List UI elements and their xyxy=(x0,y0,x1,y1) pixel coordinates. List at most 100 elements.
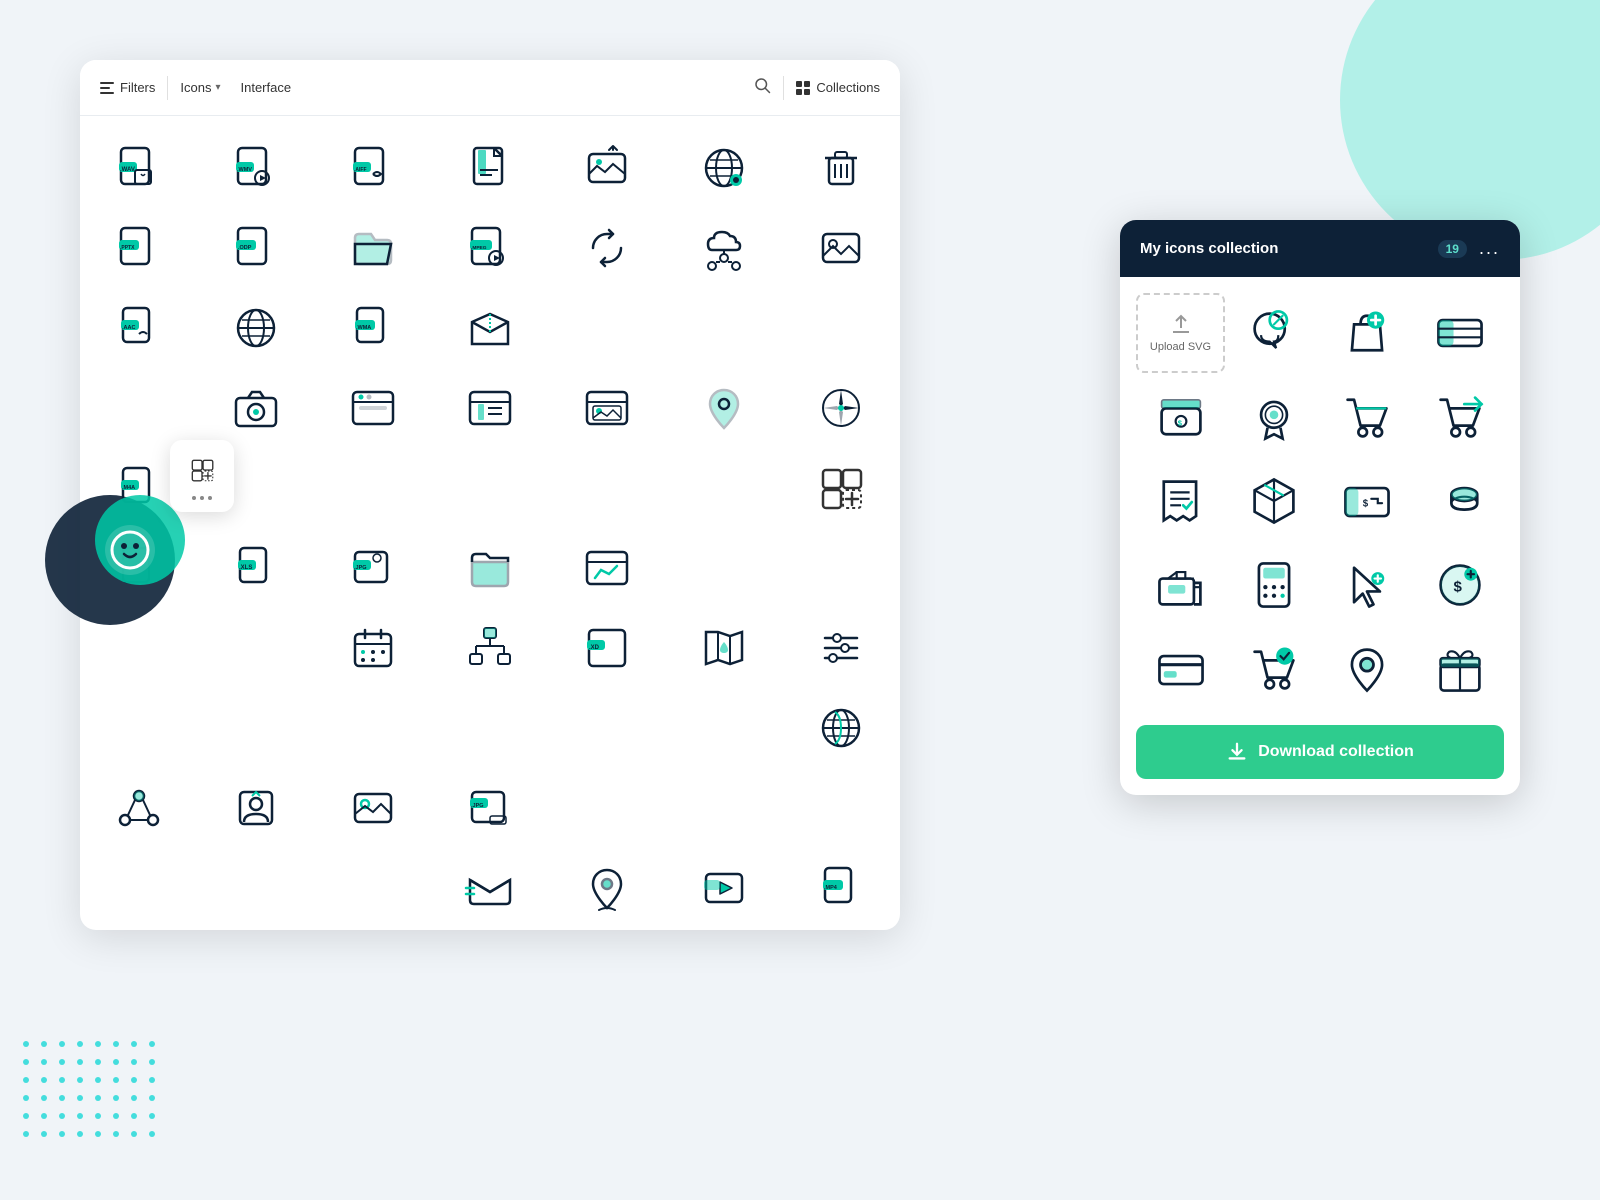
icon-image-frame[interactable] xyxy=(314,768,431,848)
icon-cloud-network[interactable] xyxy=(666,208,783,288)
panel-icon-cart-check[interactable] xyxy=(1229,629,1318,709)
icon-envelope-open[interactable] xyxy=(431,288,548,368)
icon-empty-r5-9[interactable] xyxy=(431,688,548,768)
icon-browser-edit[interactable] xyxy=(431,368,548,448)
icon-empty-2[interactable] xyxy=(666,288,783,368)
panel-icon-price-display[interactable]: $ xyxy=(1136,377,1225,457)
icons-dropdown[interactable]: Icons ▾ xyxy=(180,80,220,95)
icon-empty-r5-11[interactable] xyxy=(666,688,783,768)
filters-button[interactable]: Filters xyxy=(100,80,155,95)
icon-location-pin[interactable] xyxy=(666,368,783,448)
icon-send-email[interactable] xyxy=(431,848,548,928)
panel-icon-shopping-bag-add[interactable] xyxy=(1322,293,1411,373)
icon-aac-file[interactable]: .AAC xyxy=(80,288,197,368)
icon-empty-4[interactable] xyxy=(80,368,197,448)
icon-document[interactable] xyxy=(431,128,548,208)
icon-empty-r6-11[interactable] xyxy=(314,848,431,928)
icon-empty-r4-8[interactable] xyxy=(666,528,783,608)
icon-empty-r6-9[interactable] xyxy=(80,848,197,928)
icon-jpg-file[interactable]: .JPG xyxy=(314,528,431,608)
panel-icon-chat-search[interactable] xyxy=(1229,293,1318,373)
icon-browser-image[interactable] xyxy=(549,368,666,448)
icon-empty-r6-8[interactable] xyxy=(783,768,900,848)
icon-wma-file[interactable]: .WMA xyxy=(314,288,431,368)
icon-camera-2[interactable] xyxy=(197,928,314,930)
icon-xd-file[interactable]: .XD xyxy=(549,608,666,688)
icon-photo[interactable] xyxy=(783,208,900,288)
collections-button[interactable]: Collections xyxy=(796,80,880,95)
icon-empty-r6-10[interactable] xyxy=(197,848,314,928)
panel-icon-cart[interactable] xyxy=(1322,377,1411,457)
icon-odp-file[interactable]: .ODP xyxy=(197,208,314,288)
icon-empty-r3-2[interactable] xyxy=(314,448,431,528)
icon-wmv-file[interactable]: .WMV xyxy=(197,128,314,208)
icon-empty-r5-8[interactable] xyxy=(314,688,431,768)
icon-empty-r7-8[interactable] xyxy=(431,928,548,930)
icon-empty-r4-9[interactable] xyxy=(783,528,900,608)
add-collection-icon[interactable] xyxy=(184,452,220,488)
icon-empty-r6-7[interactable] xyxy=(666,768,783,848)
svg-text:.MPEG: .MPEG xyxy=(471,245,487,251)
icon-sliders[interactable] xyxy=(783,608,900,688)
icon-pptx-file[interactable]: .PPTX xyxy=(80,208,197,288)
icon-empty-r5-10[interactable] xyxy=(549,688,666,768)
panel-icon-award[interactable] xyxy=(1229,377,1318,457)
panel-icon-ticket[interactable] xyxy=(1415,293,1504,373)
panel-icon-cart-arrow[interactable] xyxy=(1415,377,1504,457)
icon-map[interactable] xyxy=(666,608,783,688)
panel-icon-receipt[interactable] xyxy=(1136,461,1225,541)
panel-icon-package[interactable] xyxy=(1229,461,1318,541)
panel-icon-gift[interactable] xyxy=(1415,629,1504,709)
icon-empty-r7-10[interactable] xyxy=(666,928,783,930)
icon-add-to-collection[interactable] xyxy=(783,448,900,528)
icon-empty-r3-3[interactable] xyxy=(431,448,548,528)
download-collection-button[interactable]: Download collection xyxy=(1136,725,1504,779)
icon-empty-r7-11[interactable] xyxy=(783,928,900,930)
icon-profile[interactable] xyxy=(197,768,314,848)
icon-empty-1[interactable] xyxy=(549,288,666,368)
icon-empty-r6-6[interactable] xyxy=(549,768,666,848)
icon-empty-r4-1[interactable] xyxy=(666,448,783,528)
icon-mp4-file[interactable]: .MP4 xyxy=(783,848,900,928)
icon-mpeg-file[interactable]: .MPEG xyxy=(431,208,548,288)
panel-icon-cursor[interactable] xyxy=(1322,545,1411,625)
icon-empty-r5-7[interactable] xyxy=(197,688,314,768)
panel-icon-atm[interactable]: $ xyxy=(1322,461,1411,541)
icon-trash[interactable] xyxy=(783,128,900,208)
icon-calendar[interactable] xyxy=(314,608,431,688)
icon-psd-file[interactable]: .PSD xyxy=(80,928,197,930)
icon-location-pin-2[interactable] xyxy=(549,848,666,928)
upload-svg-button[interactable]: Upload SVG xyxy=(1136,293,1225,373)
panel-icon-location[interactable] xyxy=(1322,629,1411,709)
icon-camera[interactable] xyxy=(197,368,314,448)
icon-hierarchy[interactable] xyxy=(431,608,548,688)
icon-jpg-badge[interactable]: .JPG xyxy=(431,768,548,848)
icon-wav-file[interactable]: .WAV xyxy=(80,128,197,208)
icon-flv-file[interactable]: .FLV xyxy=(314,928,431,930)
icon-empty-r5-6[interactable] xyxy=(80,688,197,768)
icon-globe-2[interactable] xyxy=(197,288,314,368)
icon-aiff-file[interactable]: .AIFF xyxy=(314,128,431,208)
icon-play-video[interactable] xyxy=(666,848,783,928)
panel-icon-coins[interactable] xyxy=(1415,461,1504,541)
icon-empty-r3-4[interactable] xyxy=(549,448,666,528)
icon-star-compass[interactable] xyxy=(783,368,900,448)
icon-network-nodes[interactable] xyxy=(80,768,197,848)
panel-icon-credit-card[interactable] xyxy=(1136,629,1225,709)
icon-refresh[interactable] xyxy=(549,208,666,288)
icon-globe[interactable] xyxy=(666,128,783,208)
panel-icon-shipping[interactable] xyxy=(1136,545,1225,625)
icon-empty-r7-9[interactable] xyxy=(549,928,666,930)
icon-empty-3[interactable] xyxy=(783,288,900,368)
icon-image-upload[interactable] xyxy=(549,128,666,208)
icon-globe-3[interactable] xyxy=(783,688,900,768)
panel-icon-calculator[interactable] xyxy=(1229,545,1318,625)
search-button[interactable] xyxy=(753,76,771,99)
panel-icon-dollar-circle[interactable]: $ xyxy=(1415,545,1504,625)
svg-text:.XLS: .XLS xyxy=(239,565,252,571)
icon-chart-window[interactable] xyxy=(549,528,666,608)
icon-folder[interactable] xyxy=(431,528,548,608)
icon-folder-open[interactable] xyxy=(314,208,431,288)
panel-more-button[interactable]: ... xyxy=(1479,238,1500,259)
icon-browser[interactable] xyxy=(314,368,431,448)
